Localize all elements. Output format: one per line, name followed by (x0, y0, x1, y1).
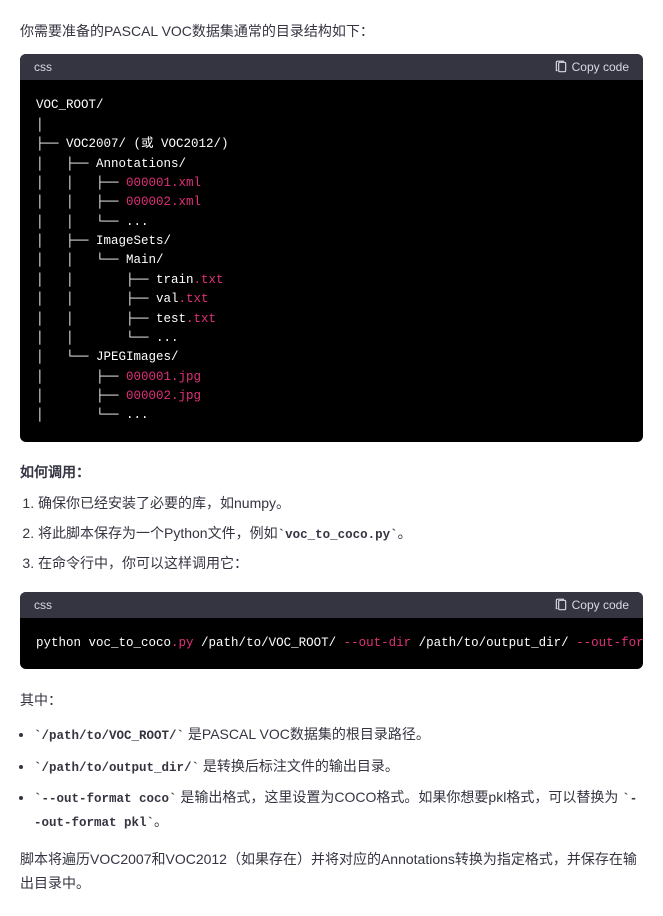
bullet-2-suffix: 是转换后标注文件的输出目录。 (199, 758, 399, 774)
bullet-3-suffix: 是输出格式，这里设置为COCO格式。如果你想要pkl格式，可以替换为 (177, 789, 623, 805)
wherein-text: 其中： (20, 689, 643, 711)
bullet-2: `/path/to/output_dir/` 是转换后标注文件的输出目录。 (34, 755, 643, 779)
step-2-post: 。 (398, 525, 412, 541)
lang-label: css (34, 60, 52, 74)
bullet-2-code: `/path/to/output_dir/` (34, 761, 199, 775)
step-1: 确保你已经安装了必要的库，如numpy。 (38, 492, 643, 516)
code-header-1: css Copy code (20, 54, 643, 80)
step-2-pre: 将此脚本保存为一个Python文件，例如 (38, 525, 278, 541)
step-3: 在命令行中，你可以这样调用它： (38, 552, 643, 576)
clipboard-icon (554, 60, 568, 74)
code-block-2: css Copy code python voc_to_coco.py /pat… (20, 592, 643, 669)
bullet-list: `/path/to/VOC_ROOT/` 是PASCAL VOC数据集的根目录路… (20, 723, 643, 834)
bullet-1-code: `/path/to/VOC_ROOT/` (34, 729, 184, 743)
copy-code-label: Copy code (572, 598, 629, 612)
bullet-1-suffix: 是PASCAL VOC数据集的根目录路径。 (184, 726, 430, 742)
closing-text: 脚本将遍历VOC2007和VOC2012（如果存在）并将对应的Annotatio… (20, 848, 643, 896)
bullet-3-suffix2: 。 (154, 813, 168, 829)
step-3-text: 在命令行中，你可以这样调用它： (38, 555, 248, 571)
section-heading: 如何调用： (20, 462, 643, 482)
copy-code-button[interactable]: Copy code (554, 598, 629, 612)
copy-code-button[interactable]: Copy code (554, 60, 629, 74)
step-2-code: `voc_to_coco.py` (278, 528, 398, 542)
code-content-2: python voc_to_coco.py /path/to/VOC_ROOT/… (20, 618, 643, 669)
step-1-text: 确保你已经安装了必要的库，如numpy。 (38, 495, 290, 511)
steps-list: 确保你已经安装了必要的库，如numpy。 将此脚本保存为一个Python文件，例… (20, 492, 643, 576)
intro-text: 你需要准备的PASCAL VOC数据集通常的目录结构如下： (20, 20, 643, 42)
code-header-2: css Copy code (20, 592, 643, 618)
bullet-1: `/path/to/VOC_ROOT/` 是PASCAL VOC数据集的根目录路… (34, 723, 643, 747)
copy-code-label: Copy code (572, 60, 629, 74)
bullet-3: `--out-format coco` 是输出格式，这里设置为COCO格式。如果… (34, 786, 643, 835)
lang-label: css (34, 598, 52, 612)
code-block-1: css Copy code VOC_ROOT/ │ ├── VOC2007/ (… (20, 54, 643, 441)
step-2: 将此脚本保存为一个Python文件，例如`voc_to_coco.py`。 (38, 522, 643, 546)
clipboard-icon (554, 598, 568, 612)
bullet-3-code: `--out-format coco` (34, 792, 177, 806)
code-content-1: VOC_ROOT/ │ ├── VOC2007/ (或 VOC2012/) │ … (20, 80, 643, 441)
